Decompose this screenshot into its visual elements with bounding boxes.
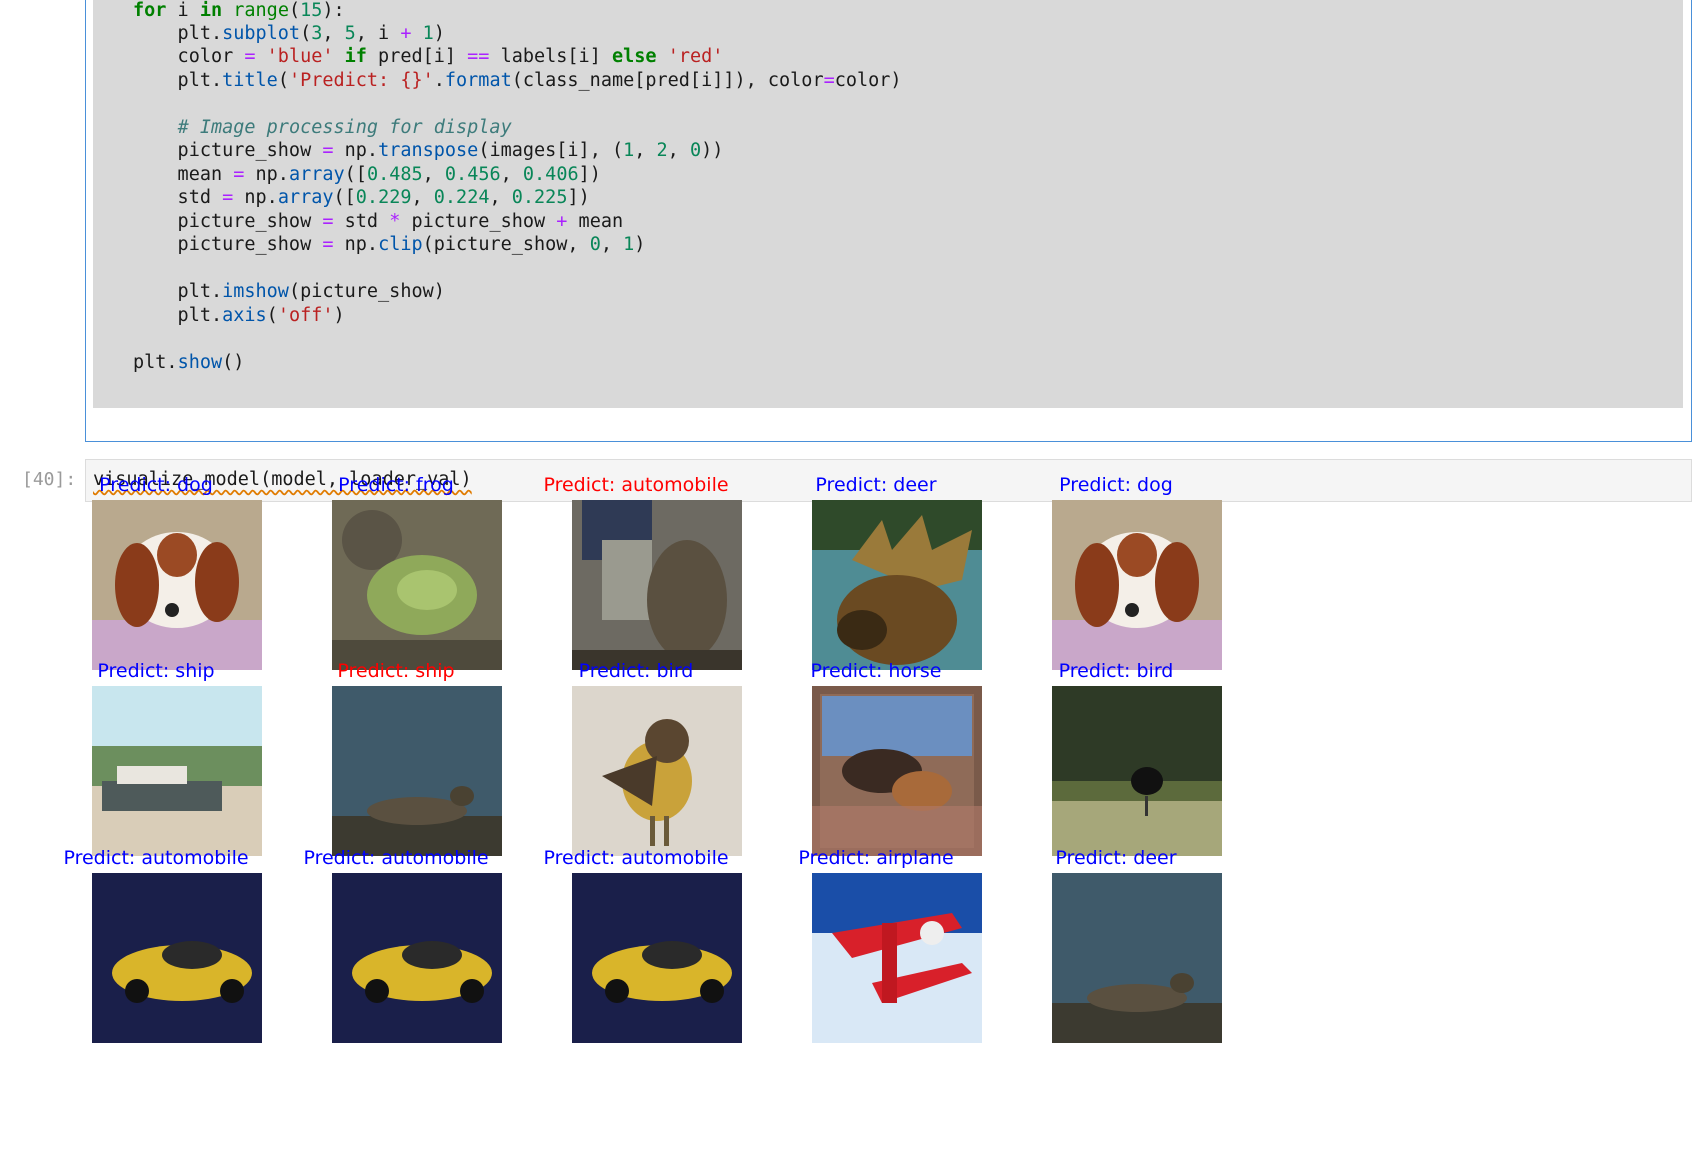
code-editor-area[interactable]: for i in range(15): plt.subplot(3, 5, i …	[93, 0, 1683, 408]
airplane-photo	[812, 873, 982, 1043]
code-line: color = 'blue' if pred[i] == labels[i] e…	[133, 46, 724, 67]
code-comment: # Image processing for display	[177, 117, 512, 138]
code-line: plt.subplot(3, 5, i + 1)	[133, 23, 445, 44]
prediction-title: Predict: horse	[810, 660, 942, 682]
code-line: plt.title('Predict: {}'.format(class_nam…	[133, 70, 902, 91]
prediction-title: Predict: automobile	[543, 847, 729, 869]
code-line: picture_show = np.clip(picture_show, 0, …	[133, 234, 646, 255]
code-line: std = np.array([0.229, 0.224, 0.225])	[133, 187, 590, 208]
prediction-title: Predict: deer	[815, 474, 937, 496]
ship-photo	[92, 686, 262, 856]
car-photo	[332, 873, 502, 1043]
dog-photo	[1052, 500, 1222, 670]
code-line: for i in range(15):	[133, 0, 345, 21]
car-photo	[92, 873, 262, 1043]
code-line: plt.imshow(picture_show)	[133, 281, 445, 302]
deer-photo	[332, 686, 502, 856]
code-line: picture_show = std * picture_show + mean	[133, 211, 624, 232]
prediction-title: Predict: ship	[97, 660, 215, 682]
prediction-title: Predict: ship	[337, 660, 455, 682]
prediction-title: Predict: airplane	[798, 847, 954, 869]
prediction-title: Predict: automobile	[543, 474, 729, 496]
prediction-title: Predict: frog	[338, 474, 454, 496]
prediction-title: Predict: automobile	[63, 847, 249, 869]
code-line: mean = np.array([0.485, 0.456, 0.406])	[133, 164, 601, 185]
code-line: plt.axis('off')	[133, 305, 345, 326]
code-cell-editor[interactable]: for i in range(15): plt.subplot(3, 5, i …	[85, 0, 1692, 442]
prediction-title: Predict: deer	[1055, 847, 1177, 869]
dog-photo	[92, 500, 262, 670]
moose-photo	[812, 500, 982, 670]
ostrich-photo	[1052, 686, 1222, 856]
prediction-title: Predict: dog	[1059, 474, 1173, 496]
code-line: picture_show = np.transpose(images[i], (…	[133, 140, 724, 161]
bird-photo	[572, 686, 742, 856]
prediction-title: Predict: bird	[578, 660, 694, 682]
car-photo	[572, 873, 742, 1043]
prediction-title: Predict: bird	[1058, 660, 1174, 682]
prediction-title: Predict: dog	[99, 474, 213, 496]
cat-photo	[572, 500, 742, 670]
prediction-title: Predict: automobile	[303, 847, 489, 869]
frog-photo	[332, 500, 502, 670]
code-line: plt.show()	[133, 352, 245, 373]
horse-photo	[812, 686, 982, 856]
deer-photo	[1052, 873, 1222, 1043]
